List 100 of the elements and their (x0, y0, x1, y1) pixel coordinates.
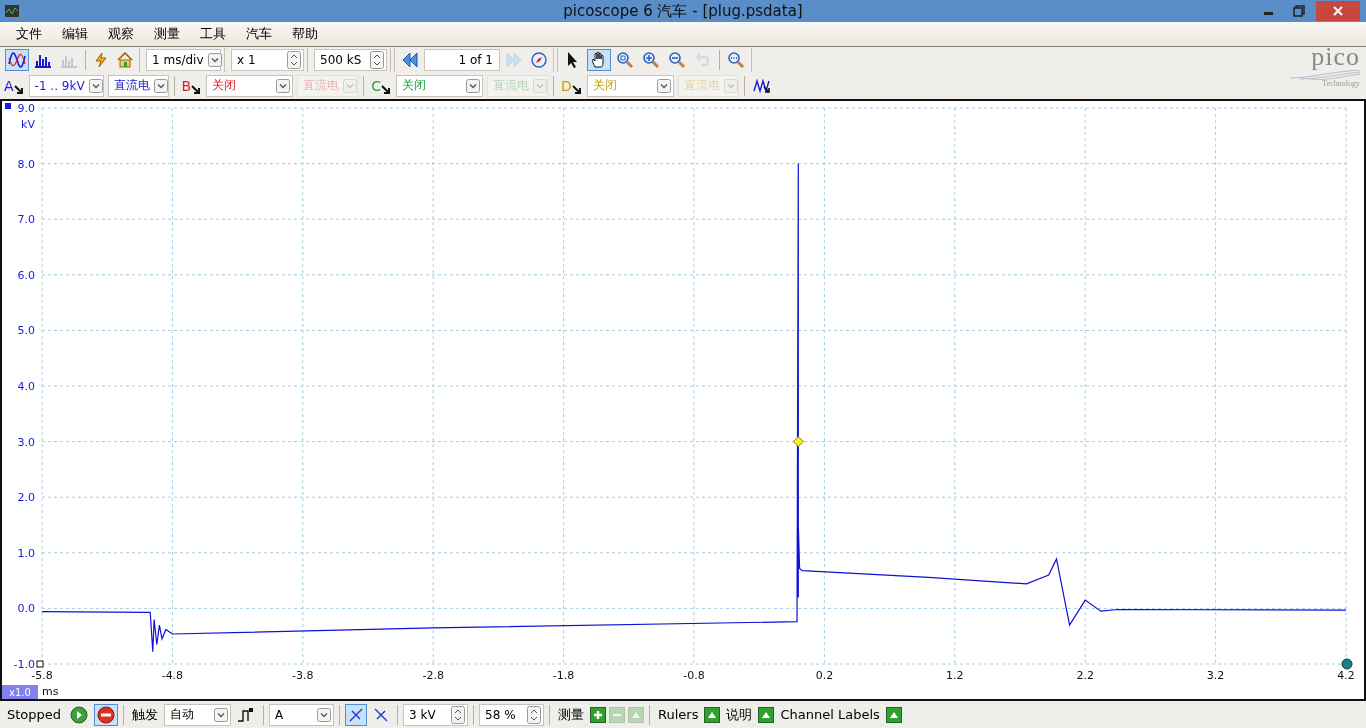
samples-spinner[interactable]: 500 kS (314, 49, 387, 71)
y-axis-label: 0.0 (17, 602, 35, 616)
trigger-source-dropdown[interactable]: A (269, 703, 335, 726)
menu-item[interactable]: 观察 (98, 25, 144, 43)
zoom-out-icon (668, 51, 686, 69)
x-axis-label: -0.8 (683, 669, 705, 682)
timebase-dropdown[interactable]: 1 ms/div (146, 49, 221, 71)
ruler-handle-icon[interactable] (1341, 658, 1353, 670)
y-axis-label: 9.0 (17, 102, 35, 115)
x-axis-label: -2.8 (422, 669, 444, 682)
trigger-mode-dropdown[interactable]: 自动 (164, 703, 232, 726)
menu-item[interactable]: 编辑 (52, 25, 98, 43)
bar-chart-icon (34, 52, 52, 68)
menu-item[interactable]: 文件 (6, 25, 52, 43)
x-axis-label: -1.8 (552, 669, 575, 682)
toggle-button[interactable] (885, 706, 902, 723)
close-button[interactable] (1316, 1, 1360, 21)
magnifier-icon (616, 51, 634, 69)
toggle-label: Channel Labels (780, 707, 880, 722)
toggle-button[interactable] (758, 706, 775, 723)
x-axis-label: 0.2 (815, 669, 834, 682)
x-axis-label: -3.8 (292, 669, 314, 682)
range-dropdown[interactable]: 关闭 (206, 74, 294, 97)
pulse-icon (237, 706, 256, 723)
caret-icon (207, 53, 222, 67)
spinner-arrows-icon[interactable] (527, 705, 542, 724)
compass-icon (531, 52, 547, 68)
compass-button[interactable] (528, 49, 550, 71)
stop-button[interactable] (94, 703, 119, 726)
axis-handle-icon[interactable] (5, 103, 11, 109)
stop-icon (97, 705, 116, 724)
x-axis-label: -4.8 (161, 669, 184, 682)
y-axis-label: 7.0 (17, 213, 35, 227)
caret-icon (723, 78, 738, 93)
spinner-arrows-icon[interactable] (451, 705, 466, 724)
double-left-arrow-icon (401, 52, 419, 68)
arrow-icon (380, 84, 390, 94)
zoom-spinner[interactable]: x 1 (231, 49, 304, 71)
hand-tool-button[interactable] (587, 49, 611, 71)
buffer-field[interactable]: 1 of 1 (424, 49, 500, 71)
caret-icon (343, 78, 358, 93)
spinner-arrows-icon[interactable] (287, 51, 301, 69)
trigger-marker-icon[interactable] (792, 436, 804, 448)
caret-icon (532, 78, 547, 93)
x-axis-label: 4.2 (1337, 669, 1355, 682)
axis-handle-icon[interactable] (36, 660, 44, 668)
y-axis-unit: kV (21, 118, 35, 131)
menu-item[interactable]: 汽车 (236, 25, 282, 43)
trigger-label: 触发 (132, 705, 159, 724)
spinner-arrows-icon[interactable] (370, 51, 384, 69)
menu-item[interactable]: 工具 (190, 25, 236, 43)
arrow-icon (13, 84, 23, 94)
play-icon (70, 705, 89, 724)
threshold-spinner[interactable]: 3 kV (403, 703, 469, 726)
scope-mode-button[interactable] (5, 49, 29, 71)
x-axis-label: 3.2 (1206, 669, 1225, 682)
undo-icon (694, 51, 712, 69)
x-axis-unit: ms (42, 685, 59, 698)
y-axis-label: 3.0 (17, 435, 35, 449)
y-axis-label: 8.0 (17, 157, 35, 171)
channel-button[interactable]: A (2, 77, 25, 94)
app-icon (5, 5, 19, 17)
range-dropdown[interactable]: 关闭 (395, 74, 483, 97)
arrow-icon (571, 84, 581, 94)
pretrigger-spinner[interactable]: 58 % (479, 703, 545, 726)
menu-item[interactable]: 帮助 (282, 25, 328, 43)
x-axis-label: -5.8 (31, 669, 53, 682)
zoom-badge: x1.0 (2, 685, 38, 699)
rising-edge-button[interactable] (345, 703, 368, 726)
channel-button[interactable]: B (179, 77, 203, 94)
waveform-icon (8, 52, 26, 68)
caret-icon (317, 707, 332, 722)
home-icon (117, 52, 133, 68)
y-axis-label: 5.0 (17, 324, 35, 338)
toggle-button[interactable] (704, 706, 721, 723)
add-measurement-button[interactable] (590, 706, 607, 723)
caret-icon (656, 78, 671, 93)
double-right-arrow-icon (505, 52, 523, 68)
y-axis-label: 2.0 (17, 491, 35, 505)
logo: pico Technology (1290, 44, 1360, 88)
caret-icon (214, 707, 229, 722)
y-axis-label: 1.0 (17, 546, 35, 560)
coupling-dropdown[interactable]: 直流电 (107, 74, 169, 97)
y-axis-label: 4.0 (17, 380, 35, 393)
caret-icon (276, 78, 291, 93)
toggle-label: Rulers (658, 707, 699, 722)
menu-item[interactable]: 测量 (144, 25, 190, 43)
window-title: picoscope 6 汽车 - [plug.psdata] (563, 1, 803, 21)
caret-icon (465, 78, 480, 93)
range-dropdown[interactable]: -1 .. 9kV (28, 74, 104, 97)
y-axis-label: -1.0 (13, 658, 35, 671)
x-axis-label: 1.2 (946, 669, 964, 682)
magnifier-icon (727, 51, 745, 69)
caret-icon (153, 78, 168, 93)
close-icon (1332, 5, 1344, 17)
lightning-icon (93, 52, 109, 68)
zoom-in-icon (642, 51, 660, 69)
status-text: Stopped (7, 707, 62, 722)
plus-icon (593, 709, 604, 720)
waveform-icon (752, 77, 771, 94)
